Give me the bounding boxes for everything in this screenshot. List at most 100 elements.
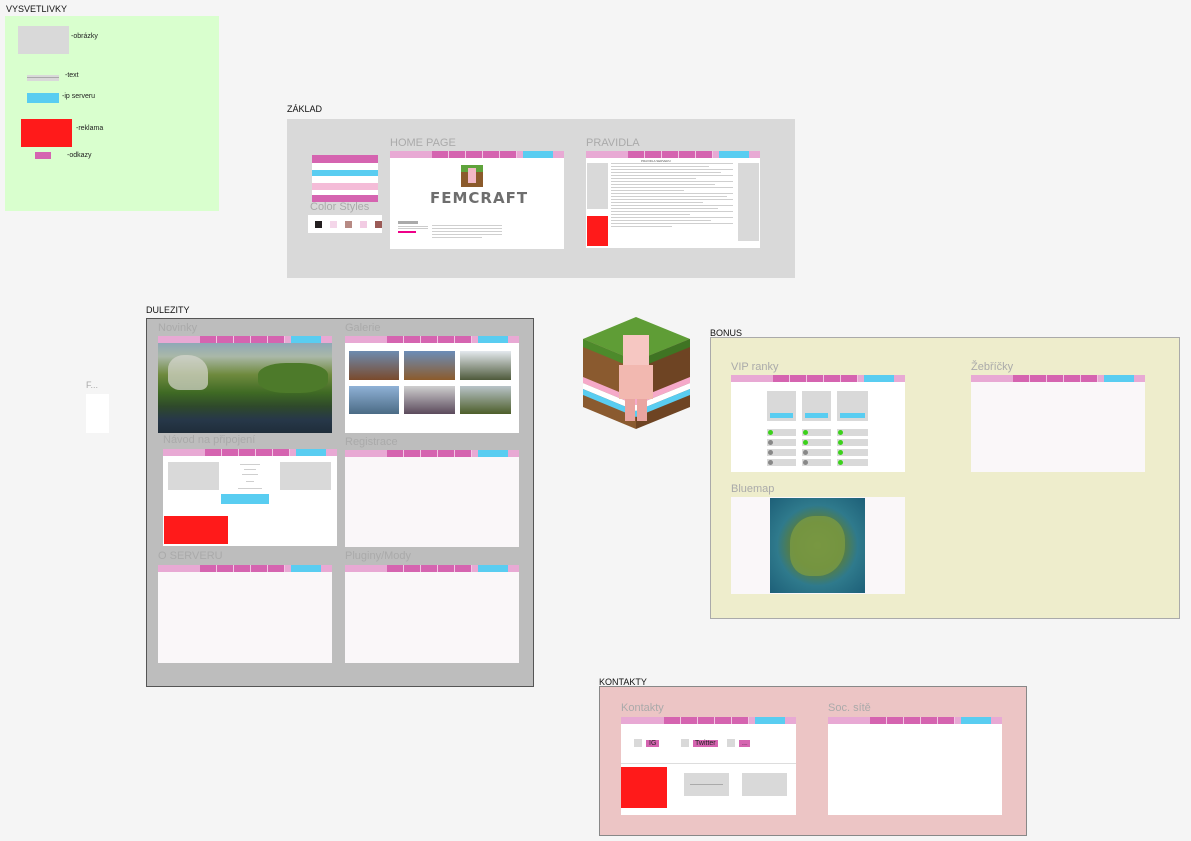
contact-field[interactable] bbox=[684, 773, 729, 796]
registrace-title: Registrace bbox=[345, 436, 398, 448]
navbar[interactable] bbox=[345, 336, 519, 343]
ip-placeholder-sample bbox=[27, 93, 59, 103]
google-widget[interactable] bbox=[398, 221, 428, 245]
novinky-frame[interactable] bbox=[158, 336, 332, 433]
zebricky-frame[interactable] bbox=[971, 375, 1145, 472]
image-placeholder bbox=[280, 462, 331, 490]
vip-card[interactable] bbox=[802, 391, 831, 421]
galerie-frame[interactable] bbox=[345, 336, 519, 433]
galerie-title: Galerie bbox=[345, 322, 381, 334]
legend-label-ad: -reklama bbox=[76, 125, 104, 132]
navod-text-block bbox=[228, 464, 272, 492]
pravidla-frame[interactable]: PRAVIDLA SERVERU bbox=[586, 151, 760, 248]
ad-banner[interactable] bbox=[621, 767, 667, 808]
kontakty-section[interactable]: Kontakty IG Twitter ---- Soc. sítě bbox=[599, 686, 1027, 836]
navbar[interactable] bbox=[828, 717, 1002, 724]
zebricky-title: Žebříčky bbox=[971, 361, 1014, 373]
pravidla-title: PRAVIDLA bbox=[586, 137, 640, 149]
navbar[interactable] bbox=[971, 375, 1145, 382]
o-serveru-title: O SERVERU bbox=[158, 550, 223, 562]
vip-card[interactable] bbox=[837, 391, 868, 421]
ad-banner[interactable] bbox=[587, 216, 608, 246]
legend-panel[interactable]: -obrázky -text -ip serveru -reklama -odk… bbox=[5, 16, 219, 211]
navbar[interactable] bbox=[345, 450, 519, 457]
divider bbox=[621, 763, 796, 764]
swatch[interactable] bbox=[345, 220, 352, 228]
ip-address-button[interactable] bbox=[221, 494, 269, 504]
cube-logo-icon bbox=[461, 165, 483, 187]
navbar[interactable] bbox=[158, 336, 332, 343]
contact-link-label: ---- bbox=[739, 739, 751, 747]
home-page-frame[interactable]: FEMCRAFT bbox=[390, 151, 564, 249]
zaklad-section[interactable]: Color Styles HOME PAGE FEMCRAFT PRAVIDLA… bbox=[287, 119, 795, 278]
landscape-image bbox=[158, 343, 332, 433]
navbar[interactable] bbox=[158, 565, 332, 572]
swatch[interactable] bbox=[315, 220, 322, 228]
home-page-title: HOME PAGE bbox=[390, 137, 456, 149]
pravidla-text-block bbox=[611, 163, 733, 229]
navbar[interactable] bbox=[621, 717, 796, 724]
dulezity-title: DULEZITY bbox=[146, 305, 190, 315]
legend-label-links: -odkazy bbox=[67, 152, 92, 159]
o-serveru-frame[interactable] bbox=[158, 565, 332, 663]
f-frame-title: F... bbox=[86, 380, 99, 390]
text-placeholder-sample bbox=[27, 75, 59, 81]
contact-link-label: IG bbox=[646, 739, 660, 747]
gallery-image[interactable] bbox=[349, 351, 399, 380]
registrace-frame[interactable] bbox=[345, 450, 519, 547]
bluemap-frame[interactable] bbox=[731, 497, 905, 594]
bonus-section[interactable]: VIP ranky Žebříčky Bluemap bbox=[710, 337, 1180, 619]
color-styles-title: Color Styles bbox=[310, 201, 370, 213]
map-image[interactable] bbox=[770, 498, 865, 593]
contact-field[interactable] bbox=[742, 773, 787, 796]
navbar[interactable] bbox=[390, 151, 564, 158]
vip-card[interactable] bbox=[767, 391, 796, 421]
gallery-image[interactable] bbox=[349, 386, 399, 414]
home-text-block bbox=[432, 225, 502, 238]
image-placeholder-sample bbox=[18, 26, 69, 54]
link-icon bbox=[727, 739, 735, 747]
swatch[interactable] bbox=[375, 220, 382, 228]
gallery-image[interactable] bbox=[460, 386, 511, 414]
contact-link-ig[interactable]: IG bbox=[634, 739, 660, 747]
image-placeholder bbox=[168, 462, 219, 490]
trans-flag bbox=[312, 155, 378, 202]
vip-frame[interactable] bbox=[731, 375, 905, 472]
kontakty-frame[interactable]: IG Twitter ---- bbox=[621, 717, 796, 815]
soc-frame[interactable] bbox=[828, 717, 1002, 815]
navbar[interactable] bbox=[163, 449, 337, 456]
ad-placeholder-sample bbox=[21, 119, 72, 147]
legend-label-text: -text bbox=[65, 72, 79, 79]
navbar[interactable] bbox=[345, 565, 519, 572]
link-placeholder-sample bbox=[35, 152, 51, 159]
dulezity-section[interactable]: Novinky Galerie Návod na připojení Regis… bbox=[146, 318, 534, 687]
twitter-icon bbox=[681, 739, 689, 747]
image-placeholder bbox=[587, 163, 608, 209]
novinky-title: Novinky bbox=[158, 322, 198, 334]
contact-link-twitter[interactable]: Twitter bbox=[681, 739, 718, 747]
ad-banner[interactable] bbox=[164, 516, 228, 544]
navbar[interactable] bbox=[586, 151, 760, 158]
vip-title: VIP ranky bbox=[731, 361, 779, 373]
swatch[interactable] bbox=[360, 220, 367, 228]
legend-label-ip: -ip serveru bbox=[62, 93, 96, 100]
contact-link-label: Twitter bbox=[693, 739, 718, 747]
image-placeholder bbox=[738, 163, 759, 241]
navod-frame[interactable] bbox=[163, 449, 337, 546]
gallery-image[interactable] bbox=[404, 351, 455, 380]
legend-label-images: -obrázky bbox=[71, 33, 98, 40]
color-swatch-row bbox=[308, 215, 382, 233]
pluginy-frame[interactable] bbox=[345, 565, 519, 663]
legend-title: VYSVETLIVKY bbox=[6, 4, 68, 14]
f-frame[interactable] bbox=[86, 394, 109, 433]
contact-link-other[interactable]: ---- bbox=[727, 739, 751, 747]
swatch[interactable] bbox=[330, 220, 337, 228]
bluemap-title: Bluemap bbox=[731, 483, 775, 495]
ig-icon bbox=[634, 739, 642, 747]
navbar[interactable] bbox=[731, 375, 905, 382]
kontakty-frame-title: Kontakty bbox=[621, 702, 664, 714]
gallery-image[interactable] bbox=[460, 351, 511, 380]
femcraft-logo: FEMCRAFT bbox=[430, 189, 529, 207]
gallery-image[interactable] bbox=[404, 386, 455, 414]
soc-title: Soc. sítě bbox=[828, 702, 871, 714]
